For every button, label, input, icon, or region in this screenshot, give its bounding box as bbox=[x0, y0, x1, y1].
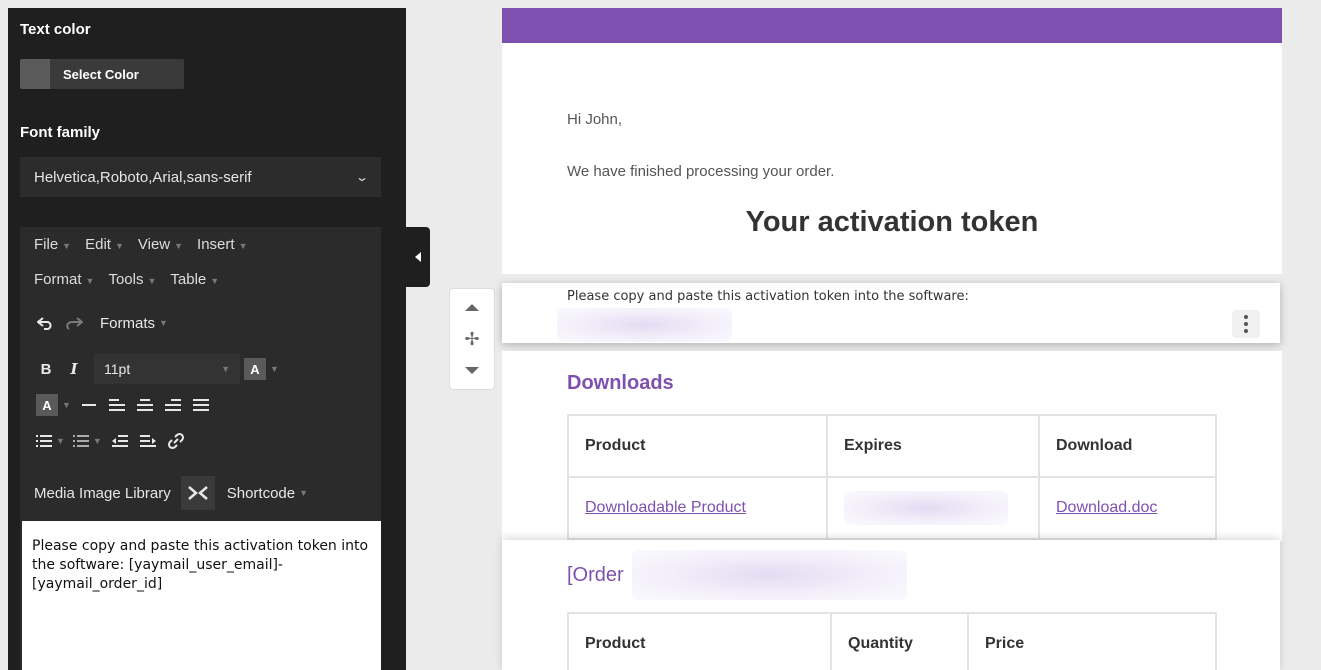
formats-dropdown[interactable]: Formats ▼ bbox=[96, 308, 172, 338]
token-instruction-text: Please copy and paste this activation to… bbox=[567, 289, 969, 304]
token-text-block[interactable]: Please copy and paste this activation to… bbox=[502, 283, 1280, 343]
redo-icon[interactable] bbox=[60, 308, 88, 338]
move-down-icon[interactable] bbox=[465, 366, 479, 374]
align-center-icon[interactable] bbox=[131, 390, 159, 420]
table-header-row: Product Expires Download bbox=[567, 414, 1217, 478]
undo-icon[interactable] bbox=[32, 308, 60, 338]
bullet-list-icon[interactable]: ▼ bbox=[32, 426, 69, 456]
redacted-expires bbox=[844, 491, 1008, 525]
caret-left-icon bbox=[415, 252, 421, 262]
downloads-table: Product Expires Download Downloadable Pr… bbox=[567, 414, 1217, 540]
order-table: Product Quantity Price bbox=[567, 612, 1217, 670]
indent-icon[interactable] bbox=[134, 426, 162, 456]
toolbar-row-5: Media Image Library Shortcode ▼ bbox=[32, 476, 312, 510]
align-left-icon[interactable] bbox=[103, 390, 131, 420]
email-top-bar bbox=[502, 8, 1282, 43]
shortcode-dropdown[interactable]: Shortcode ▼ bbox=[223, 478, 312, 508]
align-right-icon[interactable] bbox=[159, 390, 187, 420]
product-cell: Downloadable Product bbox=[567, 476, 828, 540]
product-link[interactable]: Downloadable Product bbox=[585, 499, 746, 516]
menu-tools[interactable]: Tools ▼ bbox=[108, 271, 156, 288]
italic-icon[interactable]: I bbox=[60, 354, 88, 384]
collapse-sidebar-button[interactable] bbox=[406, 227, 430, 287]
toolbar-row-4: ▼ ▼ bbox=[32, 426, 190, 456]
header-expires: Expires bbox=[826, 414, 1040, 478]
email-header-block[interactable]: Hi John, We have finished processing you… bbox=[502, 8, 1282, 274]
color-swatch bbox=[20, 59, 50, 89]
downloads-block[interactable]: Downloads Product Expires Download Downl… bbox=[502, 351, 1282, 541]
text-color-title: Text color bbox=[20, 21, 91, 38]
email-builder: Text color Select Color Font family Helv… bbox=[0, 0, 1321, 670]
message-text: We have finished processing your order. bbox=[567, 163, 835, 180]
editor-menubar-row2: Format ▼ Tools ▼ Table ▼ bbox=[34, 271, 219, 288]
kebab-icon[interactable] bbox=[1232, 310, 1260, 338]
toolbar-row-3: A ▼ bbox=[32, 390, 215, 420]
horizontal-rule-icon[interactable] bbox=[75, 390, 103, 420]
text-color-icon[interactable]: A ▼ bbox=[240, 354, 283, 384]
menu-file[interactable]: File ▼ bbox=[34, 236, 71, 253]
greeting-text: Hi John, bbox=[567, 111, 623, 128]
order-title: [Order bbox=[567, 564, 624, 586]
menu-insert[interactable]: Insert ▼ bbox=[197, 236, 247, 253]
redacted-token bbox=[557, 308, 732, 342]
select-color-button[interactable]: Select Color bbox=[20, 59, 184, 89]
font-family-title: Font family bbox=[20, 124, 101, 141]
menu-edit[interactable]: Edit ▼ bbox=[85, 236, 124, 253]
download-link[interactable]: Download.doc bbox=[1056, 499, 1157, 516]
font-family-value: Helvetica,Roboto,Arial,sans-serif bbox=[34, 168, 252, 186]
justify-icon[interactable] bbox=[187, 390, 215, 420]
email-heading: Your activation token bbox=[745, 206, 1039, 238]
table-row: Downloadable Product Download.doc bbox=[567, 476, 1217, 540]
redacted-order-number bbox=[632, 550, 907, 600]
toolbar-row-2: B I 11pt ▼ A ▼ bbox=[32, 354, 283, 384]
table-header-row: Product Quantity Price bbox=[567, 612, 1217, 670]
move-icon[interactable]: ✢ bbox=[464, 330, 479, 348]
link-icon[interactable] bbox=[162, 426, 190, 456]
header-download: Download bbox=[1038, 414, 1217, 478]
menu-table[interactable]: Table ▼ bbox=[170, 271, 219, 288]
bg-color-icon[interactable]: A ▼ bbox=[32, 390, 75, 420]
header-price: Price bbox=[967, 612, 1217, 670]
fullscreen-icon[interactable] bbox=[180, 476, 215, 510]
order-block[interactable]: [Order Product Quantity Price bbox=[502, 540, 1280, 670]
downloads-title: Downloads bbox=[567, 372, 674, 394]
numbered-list-icon[interactable]: ▼ bbox=[69, 426, 106, 456]
editor-content-area[interactable]: Please copy and paste this activation to… bbox=[22, 521, 381, 670]
outdent-icon[interactable] bbox=[106, 426, 134, 456]
chevron-down-icon: ⌄ bbox=[354, 170, 370, 184]
expires-cell bbox=[826, 476, 1040, 540]
menu-format[interactable]: Format ▼ bbox=[34, 271, 94, 288]
header-product: Product bbox=[567, 612, 832, 670]
settings-sidebar: Text color Select Color Font family Helv… bbox=[8, 8, 406, 670]
download-cell: Download.doc bbox=[1038, 476, 1217, 540]
media-image-library-button[interactable]: Media Image Library bbox=[32, 478, 173, 508]
menu-view[interactable]: View ▼ bbox=[138, 236, 183, 253]
block-controls: ✢ bbox=[449, 288, 495, 390]
editor-menubar: File ▼ Edit ▼ View ▼ Insert ▼ bbox=[34, 236, 247, 253]
editor-content-text: Please copy and paste this activation to… bbox=[32, 538, 369, 592]
move-up-icon[interactable] bbox=[465, 304, 479, 312]
font-family-select[interactable]: Helvetica,Roboto,Arial,sans-serif ⌄ bbox=[20, 157, 381, 197]
header-quantity: Quantity bbox=[830, 612, 969, 670]
bold-icon[interactable]: B bbox=[32, 354, 60, 384]
toolbar-row-1: Formats ▼ bbox=[32, 308, 172, 338]
font-size-select[interactable]: 11pt ▼ bbox=[94, 354, 240, 384]
header-product: Product bbox=[567, 414, 828, 478]
select-color-label: Select Color bbox=[63, 66, 139, 82]
